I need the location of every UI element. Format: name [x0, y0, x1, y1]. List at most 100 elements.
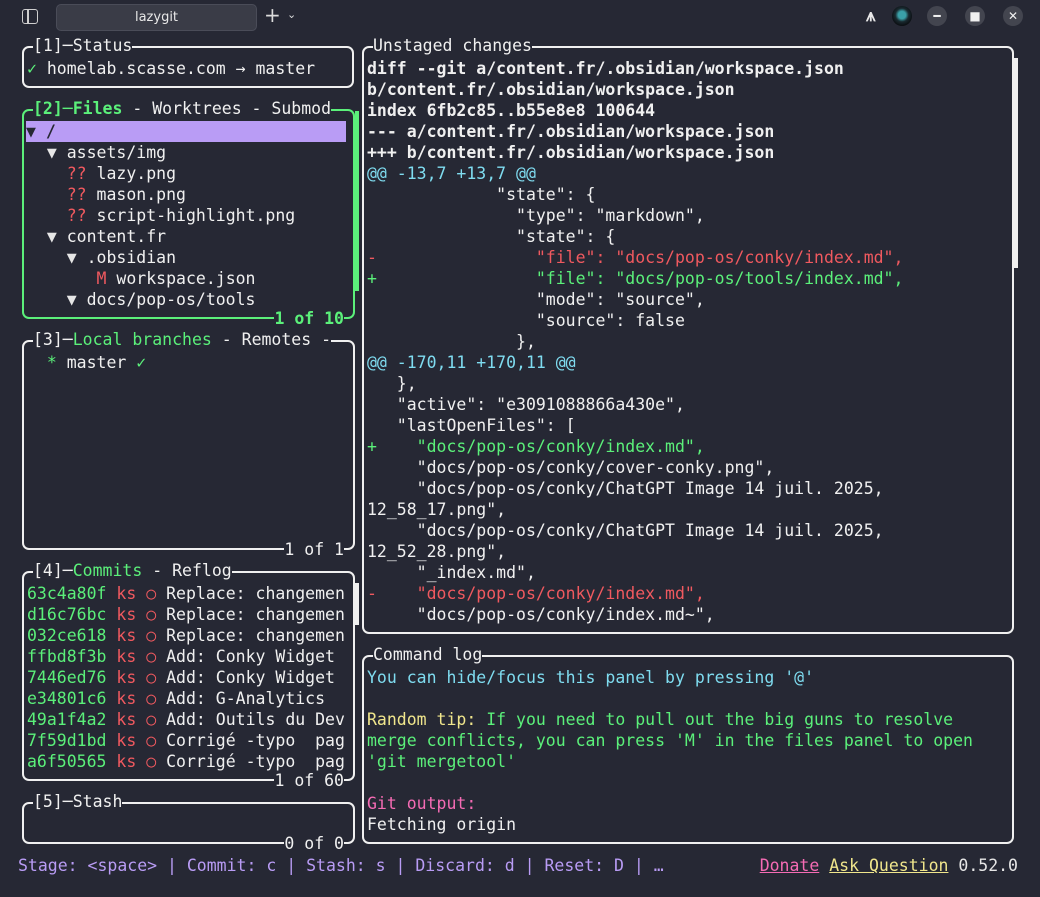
commit-hash: e34801c6	[27, 689, 107, 708]
diff-line: "type": "markdown",	[367, 206, 705, 225]
commit-message: Add: Conky Widget	[166, 668, 335, 687]
ask-question-link[interactable]: Ask Question	[829, 856, 948, 875]
file-tree-item[interactable]: ?? mason.png	[27, 184, 186, 205]
file-tree-item[interactable]: ▼ docs/pop-os/tools	[27, 289, 256, 310]
commit-message: Corrigé -typo pag	[166, 752, 345, 771]
commit-hash: a6f50565	[27, 752, 107, 771]
files-panel-title: [2]─Files - Worktrees - Submod	[33, 99, 332, 119]
file-tree-item-name: mason.png	[86, 185, 186, 204]
commit-row[interactable]: a6f50565 ks ○ Corrigé -typo pag	[27, 751, 345, 772]
arch-icon: ⩚	[866, 6, 876, 26]
file-tree-item[interactable]: ?? script-highlight.png	[27, 205, 296, 226]
file-tree-item-name: assets/img	[66, 143, 167, 162]
donate-link[interactable]: Donate	[760, 856, 820, 875]
file-status-marker: ??	[66, 185, 87, 204]
tab-lazygit[interactable]: lazygit	[56, 4, 257, 31]
diff-line: },	[367, 332, 536, 351]
commit-row[interactable]: 7446ed76 ks ○ Add: Conky Widget	[27, 667, 335, 688]
command-log-panel[interactable]: Command log You can hide/focus this pane…	[362, 645, 1014, 844]
file-tree-item-name: content.fr	[66, 227, 167, 246]
file-status-marker: ??	[66, 206, 87, 225]
commit-author: ks	[116, 626, 137, 645]
files-panel[interactable]: [2]─Files - Worktrees - Submod ▼ / ▼ ass…	[22, 99, 359, 329]
commit-author: ks	[116, 689, 137, 708]
branches-panel-title: [3]─Local branches - Remotes -	[33, 330, 332, 350]
file-tree-item[interactable]: M workspace.json	[27, 268, 256, 289]
commit-row[interactable]: 7f59d1bd ks ○ Corrigé -typo pag	[27, 730, 345, 751]
commit-author: ks	[116, 647, 137, 666]
files-scrollbar[interactable]	[355, 111, 359, 291]
tree-prefix: ▼	[26, 122, 46, 141]
diff-line: "docs/pop-os/conky/ChatGPT Image 14 juil…	[367, 479, 884, 498]
file-tree-item[interactable]: ?? lazy.png	[27, 163, 176, 184]
commits-panel[interactable]: [4]─Commits - Reflog 63c4a80f ks ○ Repla…	[22, 561, 359, 791]
tab-local-branches[interactable]: Local branches	[73, 330, 212, 349]
diff-panel[interactable]: Unstaged changes diff --git a/content.fr…	[362, 36, 1018, 634]
window-titlebar: lazygit + ⌄ ⩚ ━ ■ ✕	[0, 0, 1040, 34]
commit-status-icon: ○	[146, 605, 157, 624]
branch-item[interactable]: * master ✓	[27, 352, 146, 373]
close-icon[interactable]: ✕	[1003, 6, 1023, 26]
tab-files[interactable]: Files	[73, 99, 123, 118]
commits-panel-title: [4]─Commits - Reflog	[33, 561, 232, 581]
commit-status-icon: ○	[146, 731, 157, 750]
commit-row[interactable]: d16c76bc ks ○ Replace: changemen	[27, 604, 345, 625]
commit-row[interactable]: 63c4a80f ks ○ Replace: changemen	[27, 583, 345, 604]
check-icon: ✓	[136, 353, 147, 372]
diff-line: - "file": "docs/pop-os/conky/index.md",	[367, 248, 904, 267]
diff-line: "lastOpenFiles": [	[367, 416, 576, 435]
commit-author: ks	[116, 710, 137, 729]
tab-reflog[interactable]: - Reflog	[142, 561, 231, 580]
commit-hash: 63c4a80f	[27, 584, 107, 603]
file-tree-item[interactable]: ▼ /	[26, 121, 346, 142]
diff-line: "source": false	[367, 311, 685, 330]
tree-prefix: ▼	[27, 227, 67, 246]
commit-message: Add: Conky Widget	[166, 647, 335, 666]
plus-icon[interactable]: +	[264, 3, 281, 27]
minimize-icon[interactable]: ━	[927, 6, 947, 26]
tree-prefix	[27, 269, 97, 288]
commit-author: ks	[116, 668, 137, 687]
diff-line: index 6fb2c85..b55e8e8 100644	[367, 101, 656, 120]
tab-worktrees-submodules[interactable]: - Worktrees - Submod	[122, 99, 331, 118]
random-tip-label: Random tip:	[367, 710, 477, 729]
tab-remotes[interactable]: - Remotes -	[212, 330, 331, 349]
stash-panel[interactable]: [5]─Stash 0 of 0	[22, 792, 355, 854]
commit-status-icon: ○	[146, 752, 157, 771]
diff-scrollbar[interactable]	[1014, 58, 1018, 268]
check-icon: ✓	[27, 59, 37, 78]
diff-line: diff --git a/content.fr/.obsidian/worksp…	[367, 59, 844, 78]
diff-panel-title: Unstaged changes	[373, 36, 532, 56]
commits-scrollbar[interactable]	[355, 583, 359, 625]
maximize-icon[interactable]: ■	[965, 6, 985, 26]
file-tree-item[interactable]: ▼ content.fr	[27, 226, 166, 247]
files-panel-footer: 1 of 10	[274, 309, 344, 329]
commit-author: ks	[116, 752, 137, 771]
commit-message: Corrigé -typo pag	[166, 731, 345, 750]
commit-row[interactable]: 49a1f4a2 ks ○ Add: Outils du Dev	[27, 709, 345, 730]
branches-panel-footer: 1 of 1	[284, 540, 344, 560]
commit-row[interactable]: 032ce618 ks ○ Replace: changemen	[27, 625, 345, 646]
file-tree-item[interactable]: ▼ assets/img	[27, 142, 166, 163]
avatar[interactable]	[892, 6, 912, 26]
stash-panel-title: [5]─Stash	[33, 792, 123, 812]
commit-row[interactable]: ffbd8f3b ks ○ Add: Conky Widget	[27, 646, 335, 667]
commit-status-icon: ○	[146, 584, 157, 603]
diff-line: 12_52_28.png",	[367, 542, 507, 561]
diff-line: - "docs/pop-os/conky/index.md",	[367, 584, 705, 603]
diff-line: @@ -170,11 +170,11 @@	[367, 353, 576, 372]
branches-panel[interactable]: [3]─Local branches - Remotes - * master …	[22, 330, 355, 560]
commit-hash: 032ce618	[27, 626, 107, 645]
status-panel[interactable]: [1]─Status ✓ homelab.scasse.com → master	[22, 36, 354, 88]
chevron-down-icon[interactable]: ⌄	[287, 8, 296, 21]
arrow-icon: →	[235, 59, 246, 78]
commit-row[interactable]: e34801c6 ks ○ Add: G-Analytics	[27, 688, 325, 709]
stash-panel-footer: 0 of 0	[284, 834, 344, 854]
commit-author: ks	[116, 731, 137, 750]
tab-commits[interactable]: Commits	[73, 561, 143, 580]
commit-message: Add: Outils du Dev	[166, 710, 345, 729]
sidebar-icon[interactable]	[22, 9, 38, 24]
random-tip-text-3: 'git mergetool'	[367, 752, 517, 771]
branch-item-name: master	[66, 353, 127, 372]
file-tree-item[interactable]: ▼ .obsidian	[27, 247, 176, 268]
